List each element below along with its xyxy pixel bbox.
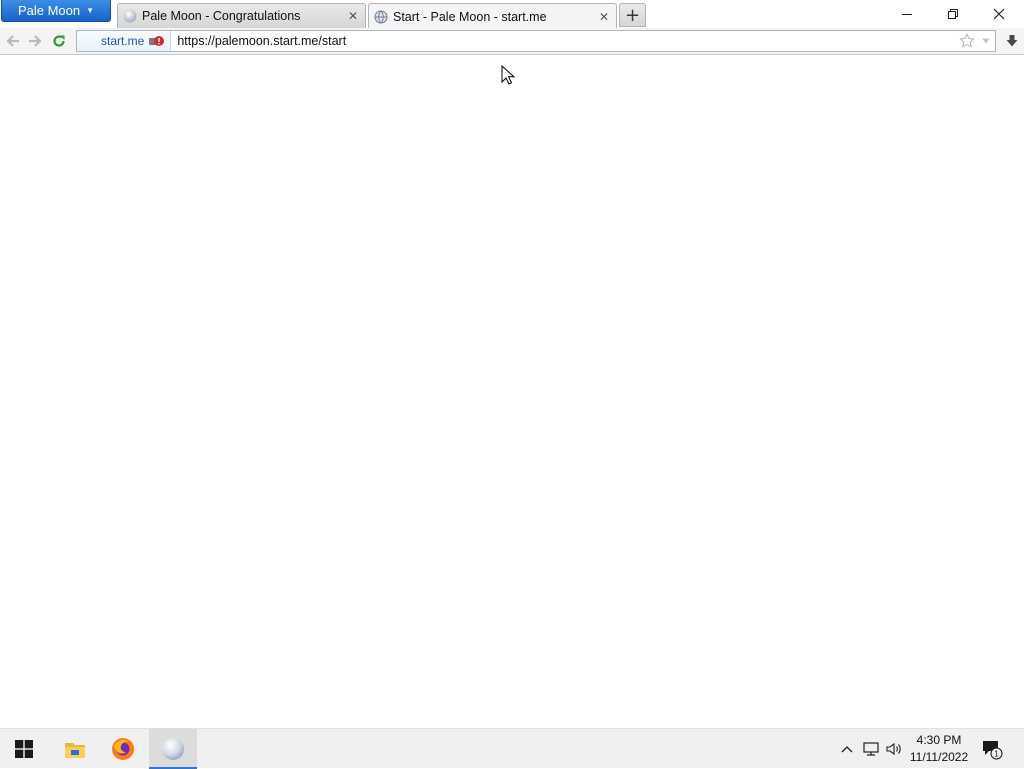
close-tab-icon[interactable]: ✕: [598, 10, 610, 24]
tab-title: Start - Pale Moon - start.me: [393, 9, 547, 24]
app-menu-label: Pale Moon: [17, 3, 81, 18]
tab-congratulations[interactable]: Pale Moon - Congratulations ✕: [117, 3, 366, 28]
volume-tray-button[interactable]: [884, 729, 904, 769]
notification-icon: 1: [983, 741, 1003, 760]
site-identity-button[interactable]: start.me: [77, 31, 172, 51]
address-bar[interactable]: start.me https://palemoon.start.me/start: [76, 30, 996, 52]
tab-start[interactable]: Start - Pale Moon - start.me ✕: [368, 3, 617, 29]
taskbar: 4:30 PM 11/11/2022 1: [0, 728, 1024, 769]
start-icon: [15, 740, 33, 758]
show-hidden-icons-button[interactable]: [838, 729, 856, 769]
speaker-icon: [886, 742, 901, 756]
taskbar-pale-moon[interactable]: [149, 729, 197, 769]
taskbar-file-explorer[interactable]: [51, 729, 99, 769]
file-explorer-icon: [65, 743, 85, 758]
back-button[interactable]: [3, 32, 23, 50]
minimize-button[interactable]: [884, 0, 930, 28]
close-icon: [993, 8, 1005, 20]
minimize-icon: [902, 14, 912, 15]
notification-count: 1: [994, 750, 999, 759]
caret-down-icon: ▼: [86, 6, 95, 15]
tab-title: Pale Moon - Congratulations: [142, 9, 301, 23]
restore-icon: [948, 9, 958, 19]
firefox-icon: [112, 738, 134, 760]
star-icon[interactable]: [959, 33, 975, 49]
chevron-down-icon[interactable]: [981, 37, 991, 45]
new-tab-button[interactable]: +: [619, 3, 646, 27]
download-arrow-icon: [1006, 35, 1018, 47]
restore-button[interactable]: [930, 0, 976, 28]
reload-icon: [53, 35, 65, 47]
tracking-warning-icon: [149, 36, 165, 46]
network-tray-button[interactable]: [861, 729, 881, 769]
identity-label: start.me: [101, 34, 145, 48]
close-window-button[interactable]: [976, 0, 1022, 28]
close-tab-icon[interactable]: ✕: [347, 9, 359, 23]
chevron-up-icon: [841, 746, 853, 753]
downloads-button[interactable]: [1002, 32, 1022, 50]
pale-moon-menu-button[interactable]: Pale Moon ▼: [1, 0, 111, 22]
globe-icon: [374, 10, 388, 23]
action-center-button[interactable]: 1: [980, 729, 1004, 769]
moon-icon: [123, 9, 137, 23]
network-icon: [863, 742, 879, 756]
system-clock[interactable]: 4:30 PM 11/11/2022: [904, 732, 974, 766]
clock-date: 11/11/2022: [909, 750, 969, 764]
forward-arrow-icon: [29, 35, 42, 47]
start-button[interactable]: [0, 729, 48, 769]
reload-button[interactable]: [49, 32, 69, 50]
forward-button[interactable]: [25, 32, 45, 50]
clock-time: 4:30 PM: [916, 733, 962, 747]
mouse-cursor-icon: [501, 65, 515, 85]
pale-moon-icon: [162, 738, 184, 760]
taskbar-firefox[interactable]: [99, 729, 147, 769]
title-bar: Pale Moon ▼ Pale Moon - Congratulations …: [0, 0, 1024, 29]
page-content: [0, 55, 1024, 728]
url-input[interactable]: https://palemoon.start.me/start: [171, 34, 959, 48]
back-arrow-icon: [6, 35, 19, 47]
navigation-toolbar: start.me https://palemoon.start.me/start: [0, 28, 1024, 55]
